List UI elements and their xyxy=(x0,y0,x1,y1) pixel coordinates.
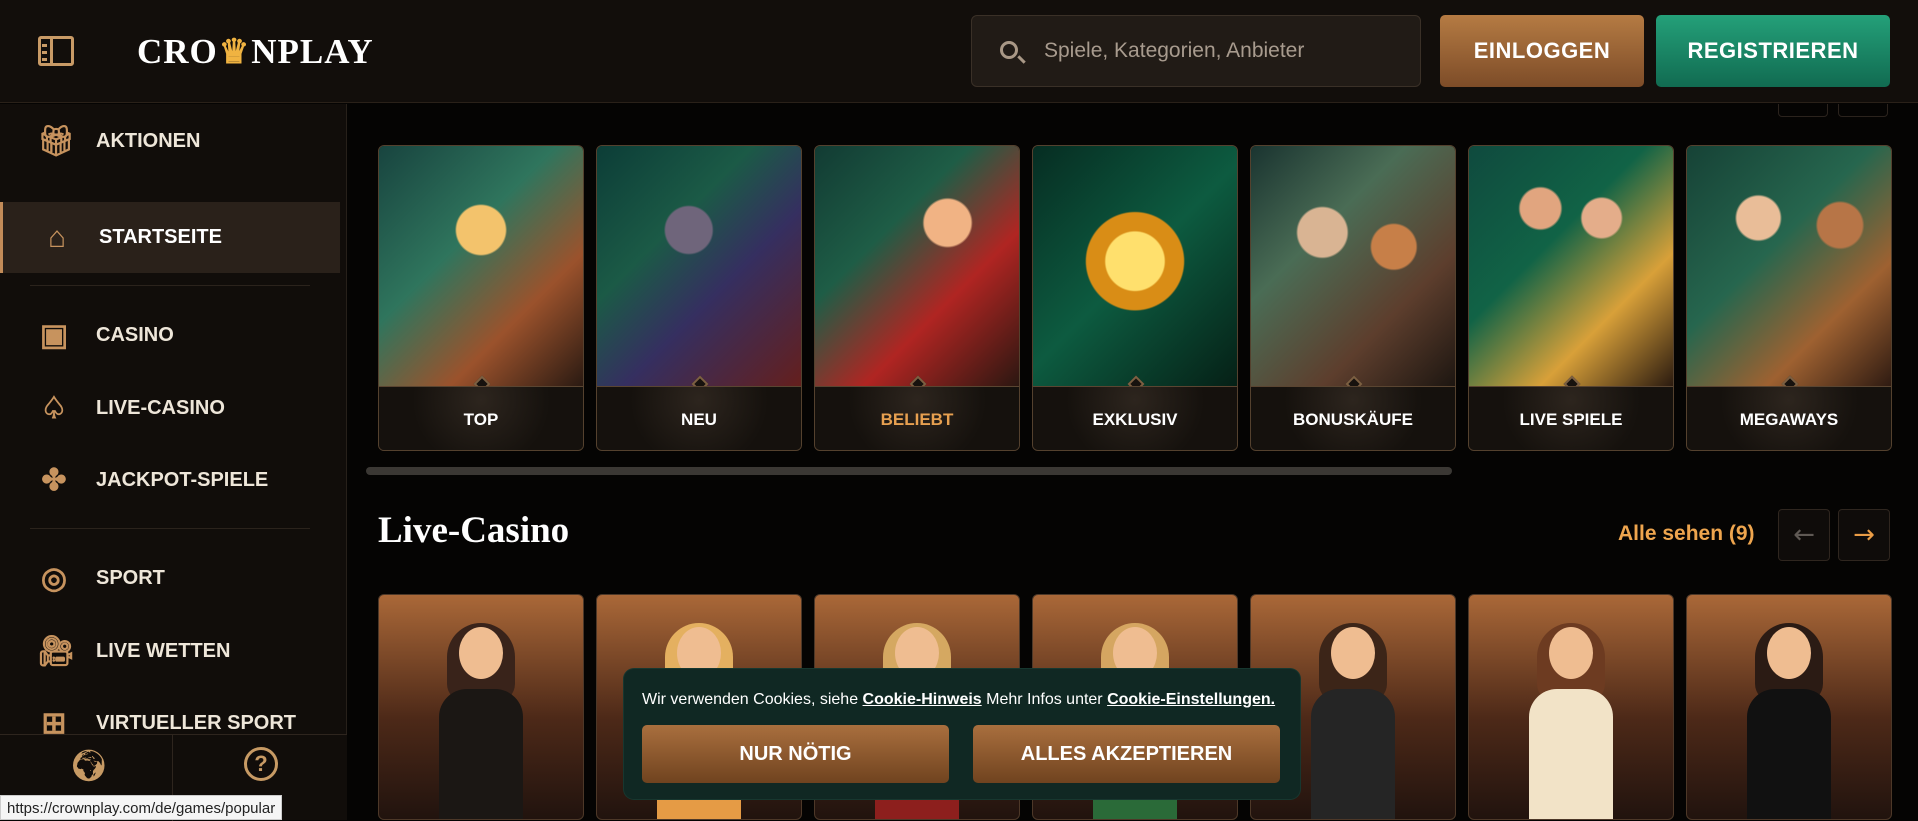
logo[interactable]: CRO ♛ NPLAY xyxy=(137,32,374,72)
soccer-ball-icon: ◎ xyxy=(40,561,68,595)
sidebar-item-live-wetten[interactable]: 🎥︎ LIVE WETTEN xyxy=(0,616,340,687)
cookie-message: Wir verwenden Cookies, siehe Cookie-Hinw… xyxy=(642,691,1282,709)
sidebar-item-casino[interactable]: ▣ CASINO xyxy=(0,300,340,371)
sidebar-item-label: SPORT xyxy=(96,567,165,589)
sidebar-item-label: AKTIONEN xyxy=(96,130,201,152)
sidebar-divider xyxy=(30,285,310,286)
category-label: EXKLUSIV xyxy=(1033,386,1237,450)
sidebar-item-startseite[interactable]: ⌂ STARTSEITE xyxy=(0,202,340,273)
category-label: BELIEBT xyxy=(815,386,1019,450)
next-arrow-icon[interactable]: → xyxy=(1838,509,1890,561)
category-label: MEGAWAYS xyxy=(1687,386,1891,450)
search-box[interactable] xyxy=(971,15,1421,87)
megaways-artwork xyxy=(1687,146,1891,386)
sidebar-item-label: STARTSEITE xyxy=(99,226,222,248)
sidebar: 🎁︎ AKTIONEN ⌂ STARTSEITE ▣ CASINO ♤ LIVE-CAS… xyxy=(0,104,347,820)
help-icon[interactable]: ? xyxy=(244,747,278,781)
cookie-settings-link[interactable]: Cookie-Einstellungen. xyxy=(1107,691,1275,708)
category-card-neu[interactable]: NEU xyxy=(596,145,802,451)
explorer-artwork xyxy=(1251,146,1455,386)
live-game-card[interactable] xyxy=(378,594,584,820)
magician-artwork xyxy=(597,146,801,386)
category-card-top[interactable]: TOP xyxy=(378,145,584,451)
previous-arrow-icon[interactable]: ← xyxy=(1778,509,1830,561)
logo-text-left: CRO xyxy=(137,32,218,71)
slot-machine-icon: ▣ xyxy=(39,318,69,352)
category-label: TOP xyxy=(379,386,583,450)
category-label: BONUSKÄUFE xyxy=(1251,386,1455,450)
clover-icon: ✤ xyxy=(41,463,67,497)
sidebar-item-jackpot[interactable]: ✤ JACKPOT-SPIELE xyxy=(0,445,340,516)
horizontal-scrollbar[interactable] xyxy=(366,467,1452,475)
sidebar-item-label: JACKPOT-SPIELE xyxy=(96,469,269,491)
home-icon: ⌂ xyxy=(47,220,67,254)
viking-artwork xyxy=(379,146,583,386)
sidebar-item-label: LIVE-CASINO xyxy=(96,397,225,419)
cookie-hint-link[interactable]: Cookie-Hinweis xyxy=(863,691,982,708)
category-label: LIVE SPIELE xyxy=(1469,386,1673,450)
logo-text-right: NPLAY xyxy=(251,32,374,71)
see-all-link[interactable]: Alle sehen (9) xyxy=(1618,522,1755,546)
accept-all-button[interactable]: ALLES AKZEPTIEREN xyxy=(973,725,1280,783)
globe-icon[interactable]: 🌍︎ xyxy=(69,747,108,784)
category-label: NEU xyxy=(597,386,801,450)
live-games-artwork xyxy=(1469,146,1673,386)
login-button[interactable]: EINLOGGEN xyxy=(1440,15,1644,87)
sidebar-divider xyxy=(30,528,310,529)
sidebar-item-label: CASINO xyxy=(96,324,174,346)
live-game-card[interactable] xyxy=(1686,594,1892,820)
cookie-text-middle: Mehr Infos unter xyxy=(981,691,1108,708)
sidebar-item-live-casino[interactable]: ♤ LIVE-CASINO xyxy=(0,373,340,444)
live-casino-title: Live-Casino xyxy=(378,510,570,551)
cookie-text-before: Wir verwenden Cookies, siehe xyxy=(642,691,863,708)
status-url: https://crownplay.com/de/games/popular xyxy=(0,795,283,820)
sidebar-item-sport[interactable]: ◎ SPORT xyxy=(0,543,340,614)
top-bar: CRO ♛ NPLAY EINLOGGEN REGISTRIEREN xyxy=(0,0,1918,103)
sidebar-item-label: LIVE WETTEN xyxy=(96,640,231,662)
sidebar-toggle-icon[interactable] xyxy=(38,36,74,66)
crown-icon: ♛ xyxy=(218,34,251,71)
next-arrow-box[interactable] xyxy=(1838,104,1888,117)
diamond-artwork xyxy=(1033,146,1237,386)
dealer-image xyxy=(434,623,528,819)
category-card-bonuskaufe[interactable]: BONUSKÄUFE xyxy=(1250,145,1456,451)
previous-arrow-box[interactable] xyxy=(1778,104,1828,117)
camera-icon: 🎥︎ xyxy=(37,634,76,668)
cookie-banner: Wir verwenden Cookies, siehe Cookie-Hinw… xyxy=(624,669,1300,799)
spade-icon: ♤ xyxy=(40,391,68,425)
dealer-image xyxy=(1524,623,1618,819)
register-button[interactable]: REGISTRIEREN xyxy=(1656,15,1890,87)
dealer-image xyxy=(1742,623,1836,819)
category-card-exklusiv[interactable]: EXKLUSIV xyxy=(1032,145,1238,451)
adventure-artwork xyxy=(815,146,1019,386)
dealer-image xyxy=(1306,623,1400,819)
category-card-megaways[interactable]: MEGAWAYS xyxy=(1686,145,1892,451)
category-card-live-spiele[interactable]: LIVE SPIELE xyxy=(1468,145,1674,451)
live-game-card[interactable] xyxy=(1468,594,1674,820)
necessary-only-button[interactable]: NUR NÖTIG xyxy=(642,725,949,783)
sidebar-item-label: VIRTUELLER SPORT xyxy=(96,712,297,734)
search-input[interactable] xyxy=(1044,16,1404,86)
sidebar-item-aktionen[interactable]: 🎁︎ AKTIONEN xyxy=(0,106,340,177)
search-icon xyxy=(1000,41,1018,59)
gift-icon: 🎁︎ xyxy=(37,124,76,158)
previous-section-controls xyxy=(1778,104,1918,117)
category-card-beliebt[interactable]: BELIEBT xyxy=(814,145,1020,451)
